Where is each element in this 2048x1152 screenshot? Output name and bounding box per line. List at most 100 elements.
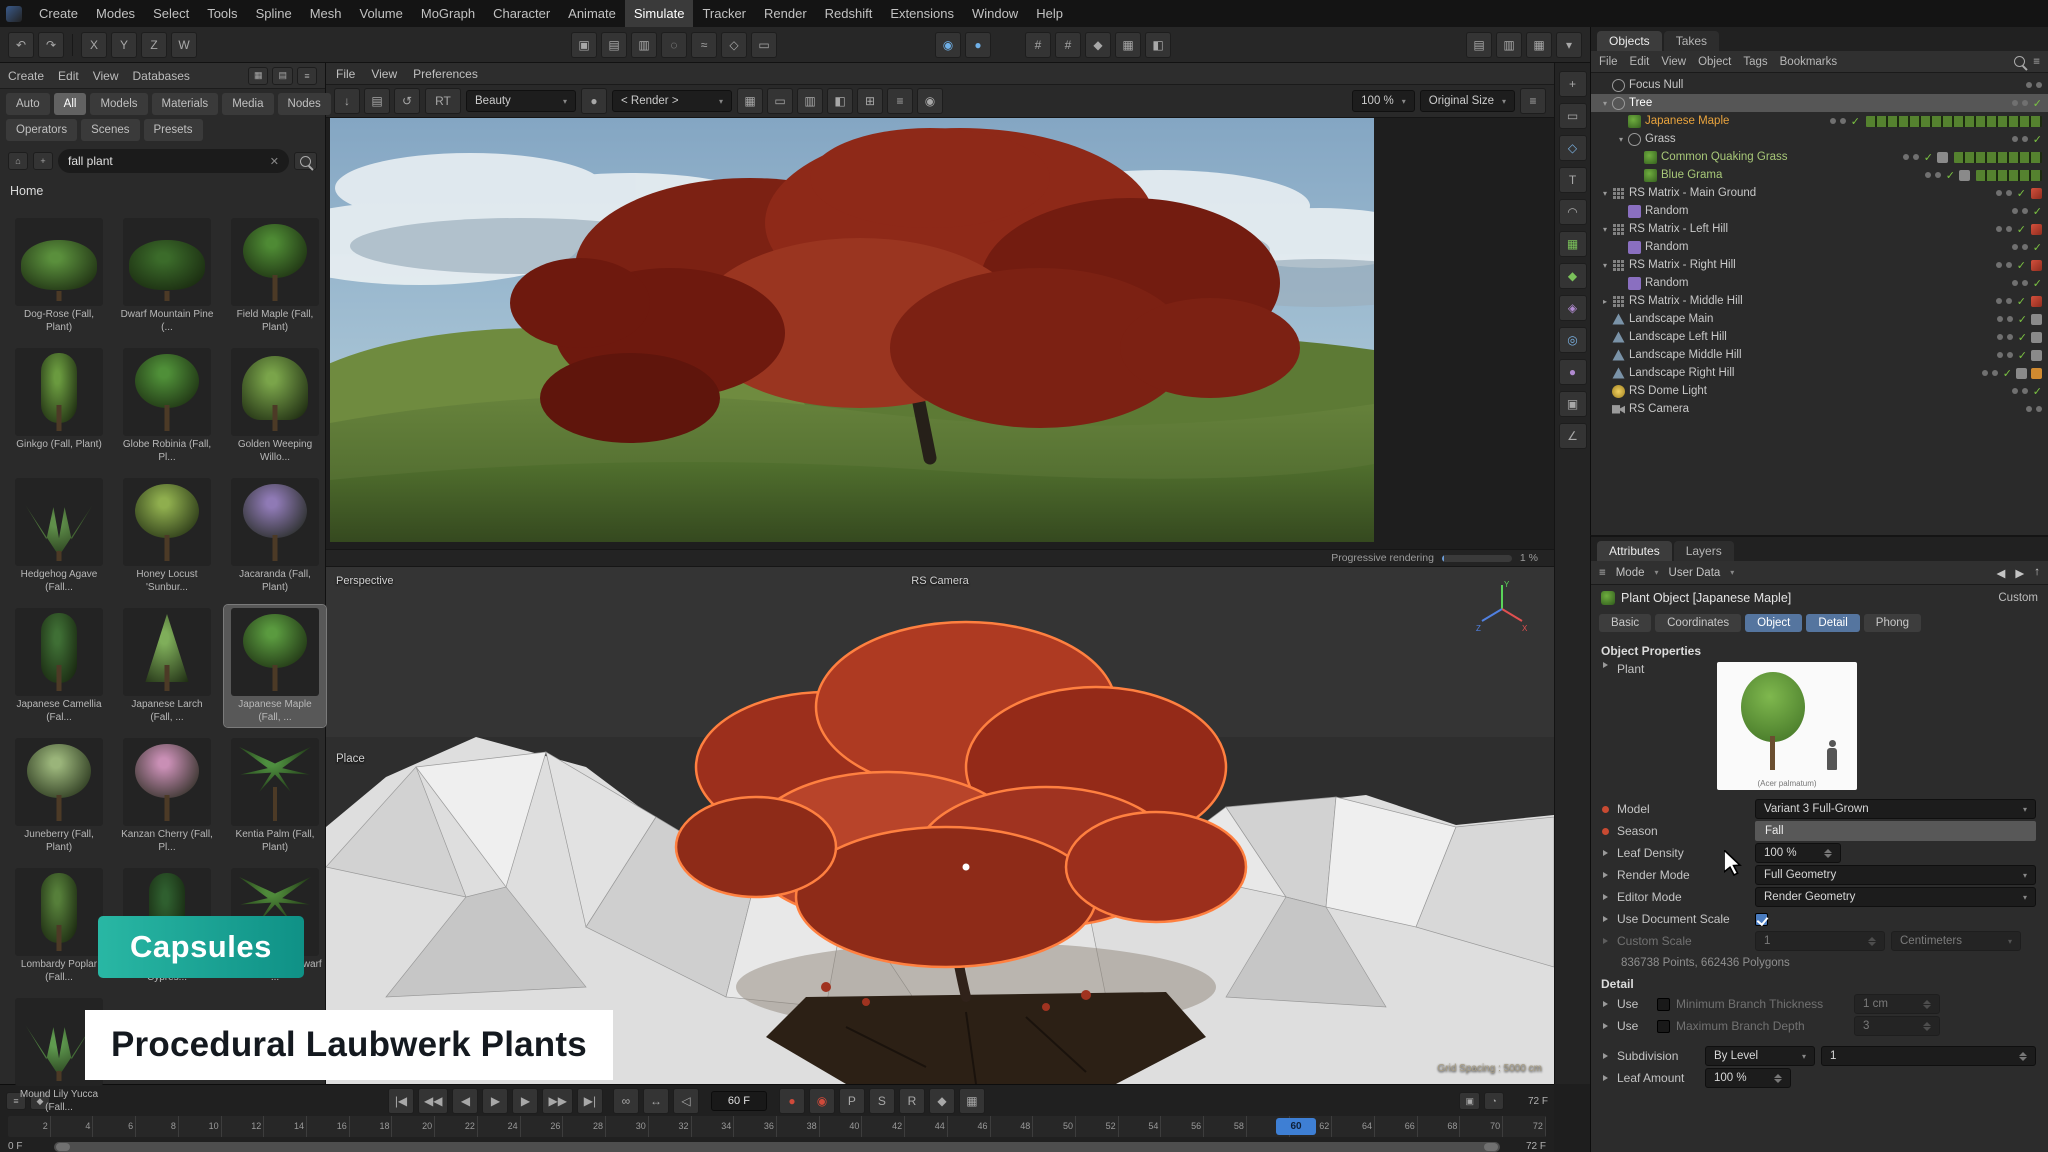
menu-item[interactable]: Simulate [625, 0, 694, 27]
menu-item[interactable]: Modes [87, 0, 144, 27]
expander-icon[interactable] [1599, 1001, 1611, 1007]
menu-item[interactable]: Redshift [816, 0, 882, 27]
asset-menu-item[interactable]: Databases [133, 69, 190, 83]
object-name[interactable]: RS Matrix - Left Hill [1629, 223, 1728, 235]
phong-tag-icon[interactable] [2031, 350, 2042, 361]
record-scale-icon[interactable]: S [869, 1088, 895, 1114]
timeline-tick[interactable]: 32 [649, 1116, 692, 1137]
object-type-icon[interactable] [1612, 295, 1625, 308]
list-view-icon[interactable]: ▤ [272, 67, 293, 85]
object-name[interactable]: RS Dome Light [1629, 385, 1707, 397]
render-visibility-dot[interactable] [2022, 208, 2028, 214]
home-icon[interactable]: ⌂ [8, 152, 28, 170]
editor-visibility-dot[interactable] [1830, 118, 1836, 124]
filter-button[interactable]: Scenes [81, 119, 139, 141]
fullscreen-icon[interactable]: ⊞ [857, 88, 883, 114]
timeline-tick[interactable]: 48 [991, 1116, 1034, 1137]
object-type-icon[interactable] [1628, 241, 1641, 254]
plant-preview-image[interactable]: (Acer palmatum) [1717, 662, 1857, 790]
timeline-tick[interactable]: 66 [1375, 1116, 1418, 1137]
timeline-tick[interactable]: 42 [862, 1116, 905, 1137]
leaf-amount-field[interactable]: 100 % [1705, 1068, 1791, 1088]
object-type-icon[interactable] [1612, 403, 1625, 416]
asset-item[interactable]: Honey Locust 'Sunbur... [116, 475, 218, 597]
undo-icon[interactable]: ↶ [8, 32, 34, 58]
object-row[interactable]: Random ✓ [1591, 274, 2048, 292]
filter-button[interactable]: Media [222, 93, 273, 115]
asset-item[interactable]: Japanese Maple (Fall, ... [224, 605, 326, 727]
text-tool-icon[interactable]: T [1559, 167, 1587, 193]
camera-name-label[interactable]: RS Camera [911, 575, 968, 587]
timeline-tick[interactable]: 2 [8, 1116, 51, 1137]
menu-item[interactable]: Window [963, 0, 1027, 27]
object-name[interactable]: RS Camera [1629, 403, 1689, 415]
cloner-tool-icon[interactable]: ▦ [1559, 231, 1587, 257]
object-type-icon[interactable] [1612, 187, 1625, 200]
asset-item[interactable]: Kentia Palm (Fall, Plant) [224, 735, 326, 857]
object-type-icon[interactable] [1612, 313, 1625, 326]
render-view-menu-item[interactable]: Preferences [413, 67, 478, 81]
object-name[interactable]: Landscape Middle Hill [1629, 349, 1742, 361]
editor-visibility-dot[interactable] [2012, 208, 2018, 214]
editor-visibility-dot[interactable] [1903, 154, 1909, 160]
render-view-button[interactable]: ▣ [571, 32, 597, 58]
perspective-viewport[interactable]: Perspective RS Camera Place Grid Spacing… [326, 567, 1554, 1084]
filter-button[interactable]: Presets [144, 119, 203, 141]
hamburger-icon[interactable]: ≡ [1599, 567, 1606, 579]
min-branch-use-checkbox[interactable] [1657, 998, 1670, 1011]
viewport-label[interactable]: Perspective [336, 575, 393, 587]
pass-dropdown[interactable]: Beauty ▾ [466, 90, 576, 112]
enabled-check-icon[interactable]: ✓ [2003, 367, 2012, 380]
asset-item[interactable]: Dwarf Mountain Pine (... [116, 215, 218, 337]
phong-tag-icon[interactable] [1937, 152, 1948, 163]
enable-snap-icon[interactable]: ◆ [1085, 32, 1111, 58]
asset-item[interactable]: Golden Weeping Willo... [224, 345, 326, 467]
object-type-icon[interactable] [1612, 97, 1625, 110]
history-icon[interactable]: ↺ [394, 88, 420, 114]
material-swatches[interactable] [1954, 152, 2042, 163]
object-type-icon[interactable] [1628, 277, 1641, 290]
layout-model-icon[interactable]: ▤ [1466, 32, 1492, 58]
render-picture-viewer-button[interactable]: ▤ [601, 32, 627, 58]
simulate-scene-icon[interactable]: ≈ [691, 32, 717, 58]
filter-button[interactable]: Nodes [278, 93, 331, 115]
editor-visibility-dot[interactable] [1996, 190, 2002, 196]
timeline-tick[interactable]: 22 [435, 1116, 478, 1137]
season-slider[interactable]: Fall [1755, 821, 2036, 841]
timeline-tick[interactable]: 18 [350, 1116, 393, 1137]
asset-item[interactable]: Jacaranda (Fall, Plant) [224, 475, 326, 597]
object-row[interactable]: RS Camera ✓ [1591, 400, 2048, 418]
field-tool-icon[interactable]: ◎ [1559, 327, 1587, 353]
axis-z-button[interactable]: Z [141, 32, 167, 58]
object-row[interactable]: ▾ Tree ✓ [1591, 94, 2048, 112]
object-name[interactable]: Grass [1645, 133, 1676, 145]
object-row[interactable]: Blue Grama ✓ [1591, 166, 2048, 184]
redshift-object-tag-icon[interactable] [2031, 296, 2042, 307]
record-rotation-icon[interactable]: R [899, 1088, 925, 1114]
editor-visibility-dot[interactable] [1996, 262, 2002, 268]
volume-tool-icon[interactable]: ● [1559, 359, 1587, 385]
asset-menu-item[interactable]: Create [8, 69, 44, 83]
measure-tool-icon[interactable]: ∠ [1559, 423, 1587, 449]
camera-tool-icon[interactable]: ▣ [1559, 391, 1587, 417]
section-tab[interactable]: Detail [1806, 614, 1859, 632]
panel-options-icon[interactable]: ≡ [297, 67, 317, 85]
object-name[interactable]: Blue Grama [1661, 169, 1722, 181]
record-position-icon[interactable]: P [839, 1088, 865, 1114]
asset-item[interactable]: Juneberry (Fall, Plant) [8, 735, 110, 857]
asset-item[interactable]: Field Maple (Fall, Plant) [224, 215, 326, 337]
coord-system-button[interactable]: W [171, 32, 197, 58]
effector-tool-icon[interactable]: ◆ [1559, 263, 1587, 289]
clear-search-icon[interactable]: ✕ [270, 155, 279, 168]
object-row[interactable]: Landscape Right Hill ✓ [1591, 364, 2048, 382]
max-depth-use-checkbox[interactable] [1657, 1020, 1670, 1033]
render-visibility-dot[interactable] [1992, 370, 1998, 376]
expand-arrow-icon[interactable]: ▾ [1599, 225, 1611, 234]
expander-icon[interactable] [1599, 894, 1611, 900]
keyframe-dot-icon[interactable] [1599, 828, 1611, 835]
record-parameter-icon[interactable]: ◆ [929, 1088, 955, 1114]
phong-tag-icon[interactable] [2031, 314, 2042, 325]
object-row[interactable]: Landscape Middle Hill ✓ [1591, 346, 2048, 364]
object-row[interactable]: Landscape Main ✓ [1591, 310, 2048, 328]
expander-icon[interactable] [1599, 1023, 1611, 1029]
